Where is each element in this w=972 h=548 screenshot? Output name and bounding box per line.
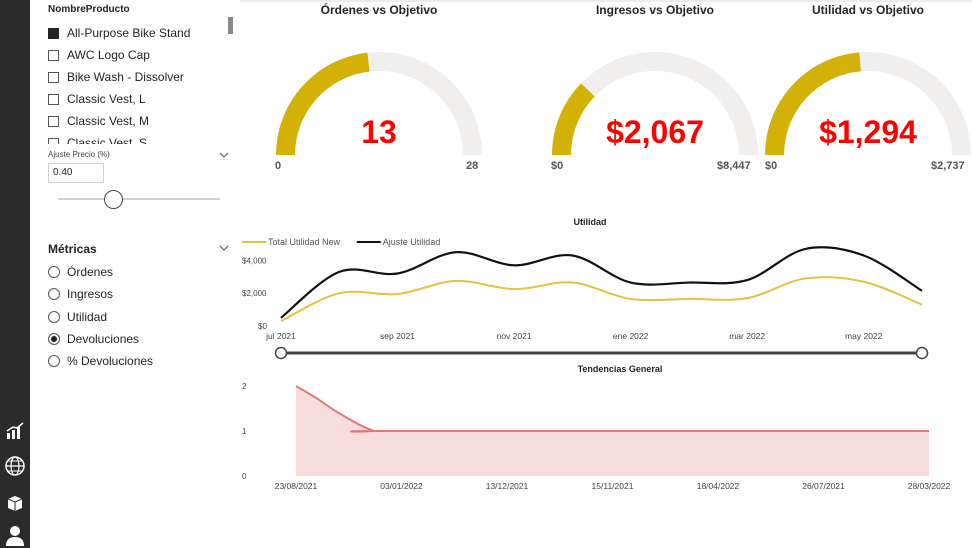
x-tick-label: 15/11/2021 [592,481,634,491]
gauge-ingresos-value: $2,067 [606,114,704,150]
box-icon[interactable] [0,488,30,518]
gauge-ingresos-max: $8,447 [717,160,751,172]
y-tick-label: $2,000 [242,289,267,298]
metric-option[interactable]: % Devoluciones [48,350,228,372]
checkbox[interactable] [48,115,59,127]
tendencias-chart-title: Tendencias General [577,364,663,374]
y-tick-label: $4,000 [242,256,267,265]
checkbox[interactable] [48,49,59,61]
radio-button[interactable] [48,355,60,368]
checkbox[interactable] [48,93,59,105]
area-line [295,385,930,433]
y-tick-label: 2 [242,382,247,391]
x-tick-label: 03/01/2022 [380,481,423,491]
utilidad-line-chart: Total Utilidad New Ajuste Utilidad $0 $2,00… [242,237,929,360]
x-tick-label: 28/03/2022 [908,481,951,491]
gauge-utilidad-max: $2,737 [931,160,965,172]
slicer-item-label: AWC Logo Cap [67,48,150,62]
radio-button-selected[interactable] [48,333,60,346]
x-tick-label: nov 2021 [497,331,532,341]
gauge-ordenes-title: Órdenes vs Objetivo [320,3,438,17]
ajuste-precio-label: Ajuste Precio (%) [48,150,110,159]
chevron-down-icon[interactable] [219,150,229,160]
slicer-item[interactable]: Classic Vest, L [48,88,228,110]
y-tick-label: 1 [242,427,247,436]
metric-option[interactable]: Devoluciones [48,328,228,350]
series-line-ajuste-utilidad [280,246,923,319]
slicer-list[interactable]: All-Purpose Bike Stand AWC Logo Cap Bike… [48,22,228,144]
legend-label: Ajuste Utilidad [383,237,441,247]
ajuste-precio-slider-track[interactable] [58,198,220,200]
product-slicer: NombreProducto All-Purpose Bike Stand AW… [48,4,238,144]
metric-option-label: Devoluciones [67,332,140,347]
metric-option[interactable]: Utilidad [48,306,228,328]
metric-option-label: Utilidad [67,309,108,324]
slicer-item[interactable]: AWC Logo Cap [48,44,228,66]
x-tick-label: may 2022 [845,331,883,341]
utilidad-chart-title: Utilidad [573,217,607,227]
metricas-title: Métricas [48,242,97,256]
slicer-item-label: Classic Vest, S [67,136,148,144]
radio-button[interactable] [48,288,60,301]
radio-button[interactable] [48,310,60,323]
checkbox[interactable] [48,71,59,83]
zoom-slider-end-handle[interactable] [915,346,929,360]
y-tick-label: 0 [242,472,247,481]
metric-option-label: % Devoluciones [67,354,154,369]
x-tick-label: ene 2022 [613,331,649,341]
gauge-ingresos-min: $0 [551,160,564,172]
globe-icon[interactable] [0,451,30,481]
gauge-ordenes-max: 28 [466,160,479,172]
y-tick-label: $0 [258,322,267,331]
slicer-item[interactable]: Bike Wash - Dissolver [48,66,228,88]
checkbox-checked[interactable] [48,27,59,39]
ajuste-precio-slider-handle[interactable] [104,190,123,209]
zoom-slider-start-handle[interactable] [274,346,288,360]
x-tick-label: 26/07/2021 [802,481,845,491]
radio-button[interactable] [48,266,60,279]
report-chart-icon[interactable] [0,416,30,446]
gauge-ordenes-value: 13 [361,114,397,150]
gauge-ordenes-min: 0 [275,160,282,172]
slicer-item-label: Classic Vest, L [67,92,146,106]
ajuste-precio-input[interactable]: 0.40 [48,163,104,183]
slicer-scrollbar[interactable] [228,17,233,34]
x-tick-label: 23/08/2021 [275,481,318,491]
slicer-item[interactable]: All-Purpose Bike Stand [48,22,228,44]
metric-option[interactable]: Ingresos [48,283,228,305]
metricas-radio-group: Órdenes Ingresos Utilidad Devoluciones %… [48,261,228,372]
series-line-total-utilidad [280,276,923,322]
x-tick-label: 13/12/2021 [486,481,529,491]
chart-legend: Total Utilidad New Ajuste Utilidad [242,237,440,247]
gauge-utilidad-min: $0 [765,160,778,172]
slicer-item-label: Classic Vest, M [67,114,150,128]
checkbox[interactable] [48,137,59,144]
slicer-item[interactable]: Classic Vest, S [48,132,228,144]
legend-label: Total Utilidad New [268,237,341,247]
tendencias-area-chart: 0 1 2 23/08/2021 03/01/2022 13/12/2021 15/11/2… [242,382,951,491]
slicer-title: NombreProducto [48,4,130,15]
gauge-ingresos-title: Ingresos vs Objetivo [595,3,715,17]
x-tick-label: sep 2021 [380,331,415,341]
slicer-item[interactable]: Classic Vest, M [48,110,228,132]
gauge-utilidad-title: Utilidad vs Objetivo [811,3,925,17]
metric-option-label: Órdenes [67,265,114,280]
x-tick-label: 18/04/2022 [697,481,740,491]
top-divider [240,0,972,2]
user-icon[interactable] [0,520,30,548]
slicer-item-label: Bike Wash - Dissolver [67,70,184,84]
gauge-utilidad-value: $1,294 [819,114,917,150]
metric-option[interactable]: Órdenes [48,261,228,283]
x-tick-label: mar 2022 [729,331,765,341]
nav-rail [0,0,30,548]
slicer-item-label: All-Purpose Bike Stand [67,26,191,40]
chevron-down-icon[interactable] [219,243,229,253]
x-tick-label: jul 2021 [265,331,296,341]
metric-option-label: Ingresos [67,287,114,302]
